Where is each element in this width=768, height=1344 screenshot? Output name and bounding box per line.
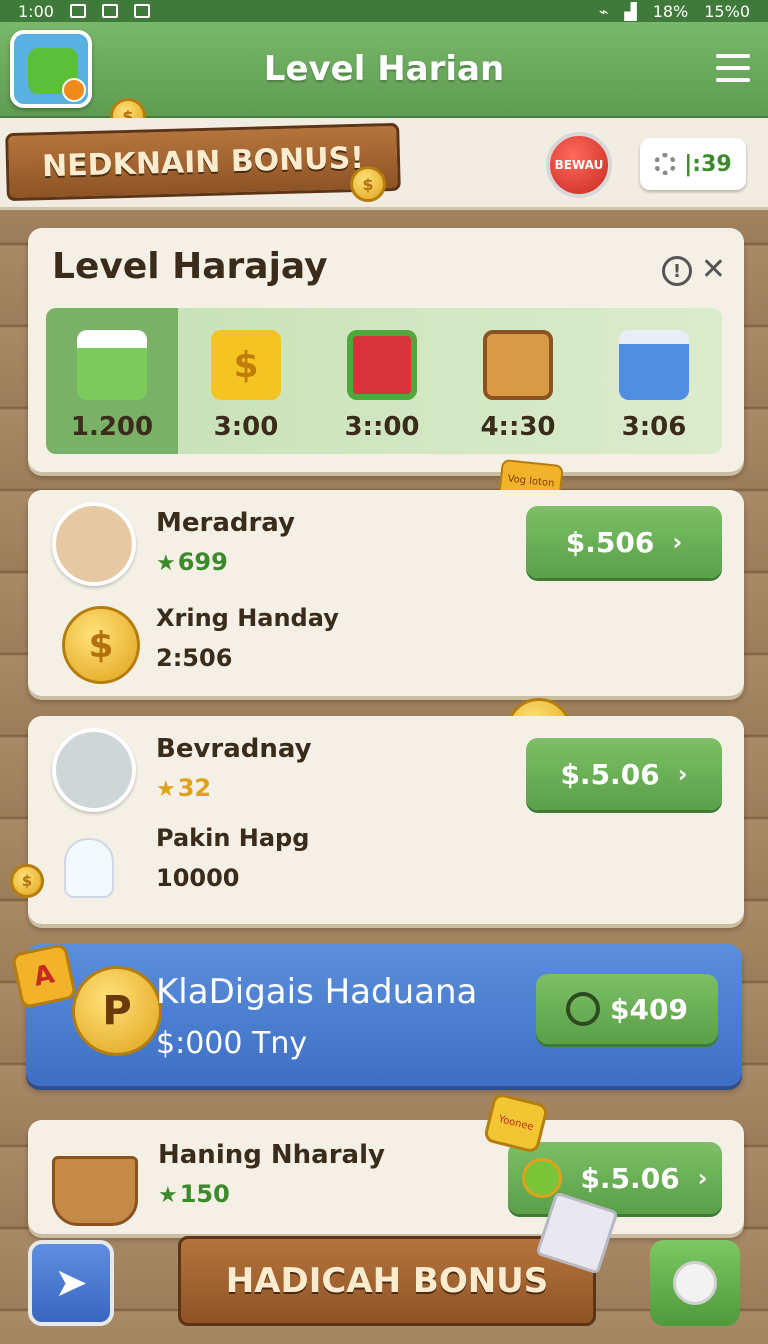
row-stat: ★32 <box>156 774 212 802</box>
reward-slot[interactable]: 3:06 <box>586 308 722 454</box>
green-star-icon: ★ <box>156 551 176 576</box>
clock-icon <box>673 1261 717 1305</box>
list-item: Haning Nharaly ★150 $.5.06 › <box>28 1120 744 1234</box>
reward-slot[interactable]: 1.200 <box>46 308 178 454</box>
gold-star-icon: ★ <box>156 777 176 802</box>
row-stat: ★150 <box>158 1180 230 1208</box>
chevron-right-icon: › <box>672 528 683 556</box>
gold-coin-icon: $ <box>350 166 386 202</box>
timer-button[interactable] <box>650 1240 740 1326</box>
row-name: Haning Nharaly <box>158 1140 385 1170</box>
promo-subtitle: $:000 Tny <box>156 1026 308 1061</box>
dollar-cube-icon: $ <box>211 330 281 400</box>
battery-level: 18% <box>652 1 689 21</box>
promo-title: KlaDigais Haduana <box>156 972 478 1012</box>
bonus-sign[interactable]: NEDKNAIN BONUS! <box>5 122 401 202</box>
teacup-icon <box>52 728 136 812</box>
reward-slot[interactable]: 4::30 <box>450 308 586 454</box>
treasure-chest-icon <box>483 330 553 400</box>
apple-icon <box>522 1158 563 1198</box>
price-button[interactable]: $.506 › <box>526 506 722 578</box>
bonus-button[interactable]: HADICAH BONUS <box>178 1236 596 1326</box>
promo-banner[interactable]: P KlaDigais Haduana $:000 Tny $409 <box>26 944 742 1086</box>
compass-icon[interactable]: ➤ <box>28 1240 114 1326</box>
signal-icon: ▟ <box>624 1 637 21</box>
boy-avatar-icon <box>52 502 136 586</box>
gold-coin-icon: P <box>72 966 162 1056</box>
list-item: Meradray ★699 $ Xring Handay 2:506 $.506… <box>28 490 744 696</box>
basket-icon <box>52 1156 138 1226</box>
bulb-icon <box>566 992 601 1026</box>
level-panel: Level Harajay ! ✕ 1.200 $ 3:00 3::00 4::… <box>28 228 744 472</box>
close-icon[interactable]: ✕ <box>701 252 726 287</box>
green-star-icon: ★ <box>158 1183 178 1208</box>
gold-coin-icon: $ <box>10 864 44 898</box>
arrow-tile-icon: A <box>10 942 78 1010</box>
notification-icon <box>101 4 118 18</box>
status-time: 1:00 <box>18 1 54 21</box>
gear-icon <box>654 153 677 175</box>
bonus-strip: NEDKNAIN BONUS! $ BEWAU |:39 <box>0 118 768 210</box>
row-sub-name: Xring Handay <box>156 604 339 632</box>
wifi-icon: ⌁ <box>598 1 609 21</box>
timer-value: |:39 <box>684 151 732 177</box>
page-title: Level Harian <box>263 49 505 89</box>
row-name: Meradray <box>156 508 296 538</box>
panel-title: Level Harajay <box>52 246 328 287</box>
gold-coin-icon: $ <box>62 606 140 684</box>
bottom-bar: ➤ HADICAH BONUS <box>0 1191 768 1344</box>
promo-price-button[interactable]: $409 <box>536 974 718 1044</box>
reward-slot[interactable]: $ 3:00 <box>178 308 314 454</box>
notification-icon <box>69 4 86 18</box>
status-bar: 1:00 ⌁ ▟ 18% 15%0 <box>0 0 768 22</box>
green-cube-icon[interactable] <box>10 30 92 108</box>
reward-slot[interactable]: 3::00 <box>314 308 450 454</box>
list-item: Bevradnay ★32 Pakin Hapg 10000 $.5.06 › <box>28 716 744 924</box>
gift-box-icon <box>347 330 417 400</box>
play-icon <box>62 78 86 102</box>
chevron-right-icon: › <box>697 1164 708 1192</box>
row-name: Bevradnay <box>156 734 312 764</box>
status-right-value: 15%0 <box>704 1 750 21</box>
row-sub-value: 2:506 <box>156 644 233 672</box>
price-button[interactable]: $.5.06 › <box>526 738 722 810</box>
info-icon[interactable]: ! <box>662 256 692 286</box>
blue-cart-icon <box>619 330 689 400</box>
row-sub-value: 10000 <box>156 864 240 892</box>
notification-icon <box>133 4 150 18</box>
hamburger-icon[interactable] <box>716 54 750 82</box>
cake-cube-icon <box>77 330 147 400</box>
price-button[interactable]: $.5.06 › <box>508 1142 722 1214</box>
chevron-right-icon: › <box>677 760 688 788</box>
ghost-icon <box>64 838 114 898</box>
timer-badge[interactable]: |:39 <box>640 138 746 190</box>
row-stat: ★699 <box>156 548 228 576</box>
reward-track: 1.200 $ 3:00 3::00 4::30 3:06 <box>46 308 722 454</box>
row-sub-name: Pakin Hapg <box>156 824 310 852</box>
red-action-button[interactable]: BEWAU <box>546 132 612 198</box>
